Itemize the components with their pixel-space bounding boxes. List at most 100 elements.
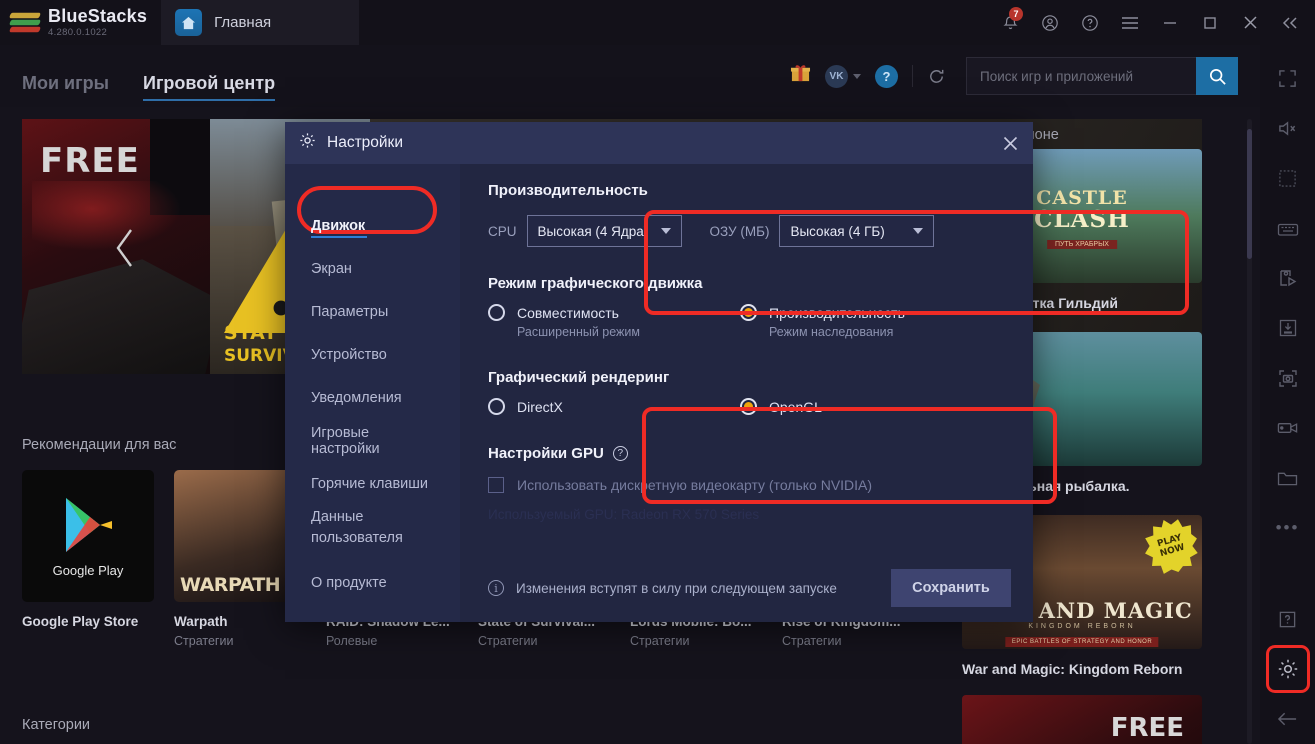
gift-icon[interactable] — [790, 63, 811, 89]
mute-icon[interactable] — [1260, 103, 1315, 153]
back-arrow-icon[interactable] — [1260, 694, 1315, 744]
carousel-slide-free[interactable]: FREE — [22, 119, 210, 374]
maximize-icon[interactable] — [1191, 0, 1229, 45]
settings-button-wrapper[interactable] — [1260, 644, 1315, 694]
gpu-discrete-checkbox-row[interactable]: Использовать дискретную видеокарту (толь… — [488, 477, 1007, 493]
sidebar-item-game-settings[interactable]: Игровые настройки — [285, 419, 460, 462]
brand-name: BlueStacks — [48, 6, 148, 26]
gear-icon — [299, 132, 316, 154]
radio-button-selected[interactable] — [740, 398, 757, 415]
minimize-icon[interactable] — [1151, 0, 1189, 45]
bluestacks-logo-icon — [8, 10, 42, 36]
dialog-title: Настройки — [327, 134, 404, 151]
list-item[interactable]: Google Play Google Play Store — [22, 470, 154, 634]
brand-version: 4.280.0.1022 — [48, 27, 108, 38]
tab-home[interactable]: Главная — [161, 0, 360, 45]
performance-controls: CPU Высокая (4 Ядра) ОЗУ (МБ) Высокая (4… — [488, 215, 1007, 247]
option-label: Производительность — [769, 304, 905, 321]
sidebar-item-user-data[interactable]: Данные пользователя — [285, 505, 460, 561]
install-apk-icon[interactable] — [1260, 303, 1315, 353]
gpu-section-title: Настройки GPU — [488, 445, 604, 462]
settings-dialog: Настройки Движок Экран Параметры Устройс… — [285, 122, 1189, 622]
castle-clash-logo: CASTLE CLASH ПУТЬ ХРАБРЫХ — [1034, 187, 1130, 251]
close-icon[interactable] — [1231, 0, 1269, 45]
keyboard-controls-icon[interactable] — [1260, 203, 1315, 253]
option-label: Совместимость — [517, 304, 619, 321]
performance-section-title: Производительность — [488, 182, 648, 199]
more-dots-icon[interactable]: ••• — [1260, 503, 1315, 553]
macro-recorder-icon[interactable] — [1260, 253, 1315, 303]
help-circle-icon[interactable] — [1071, 0, 1109, 45]
radio-button-selected[interactable] — [740, 304, 757, 321]
sidebar-item-notifications[interactable]: Уведомления — [285, 376, 460, 419]
sidebar-item-device[interactable]: Устройство — [285, 333, 460, 376]
ram-select[interactable]: Высокая (4 ГБ) — [779, 215, 935, 247]
checkbox[interactable] — [488, 477, 504, 493]
divider — [912, 65, 913, 87]
ram-select-value: Высокая (4 ГБ) — [790, 223, 885, 239]
renderer-options: DirectX OpenGL — [488, 398, 1007, 415]
engine-mode-option-compatibility[interactable]: Совместимость Расширенный режим — [488, 304, 740, 339]
video-record-icon[interactable] — [1260, 403, 1315, 453]
nav-tabs: Мои игры Игровой центр — [0, 45, 276, 107]
sidebar-item-preferences[interactable]: Параметры — [285, 290, 460, 333]
ram-label: ОЗУ (МБ) — [709, 223, 770, 239]
play-now-badge: PLAY NOW — [1138, 515, 1202, 579]
logo-line-3: ПУТЬ ХРАБРЫХ — [1047, 239, 1117, 249]
free-label: FREE — [40, 141, 140, 181]
app-name: Google Play Store — [22, 614, 139, 629]
nav-tab-my-games[interactable]: Мои игры — [22, 73, 109, 107]
bell-icon[interactable]: 7 — [991, 0, 1029, 45]
hamburger-menu-icon[interactable] — [1111, 0, 1149, 45]
content-scrollbar[interactable] — [1247, 119, 1252, 744]
chevron-left-icon[interactable] — [112, 227, 138, 269]
notification-badge: 7 — [1009, 7, 1023, 21]
restart-notice: Изменения вступят в силу при следующем з… — [516, 580, 837, 596]
option-label: DirectX — [517, 398, 563, 415]
radio-button[interactable] — [488, 398, 505, 415]
question-circle-icon[interactable]: ? — [612, 446, 628, 461]
logo-line-2: KINGDOM REBORN — [1028, 623, 1136, 631]
renderer-option-directx[interactable]: DirectX — [488, 398, 740, 415]
engine-mode-option-performance[interactable]: Производительность Режим наследования — [740, 304, 992, 339]
nav-tab-game-center[interactable]: Игровой центр — [143, 73, 276, 107]
media-folder-icon[interactable] — [1260, 453, 1315, 503]
search-icon[interactable] — [1196, 57, 1238, 95]
help-badge-icon[interactable]: ? — [875, 64, 898, 88]
cpu-select[interactable]: Высокая (4 Ядра) — [526, 215, 682, 247]
gear-highlight-annotation — [1266, 645, 1310, 693]
double-chevron-left-icon[interactable] — [1271, 0, 1309, 45]
nav-right-actions: VK ? — [790, 57, 1260, 95]
free-label: FREE — [1110, 713, 1184, 743]
engine-mode-options: Совместимость Расширенный режим Производ… — [488, 304, 1007, 339]
close-icon[interactable] — [1002, 135, 1019, 152]
multi-select-icon[interactable] — [1260, 153, 1315, 203]
brand-logo: BlueStacks 4.280.0.1022 — [0, 7, 147, 38]
nav-bar: Мои игры Игровой центр VK ? — [0, 45, 1260, 107]
save-button[interactable]: Сохранить — [891, 569, 1011, 607]
account-icon[interactable] — [1031, 0, 1069, 45]
screenshot-icon[interactable] — [1260, 353, 1315, 403]
cpu-select-value: Высокая (4 Ядра) — [537, 223, 649, 239]
vk-account-chip[interactable]: VK — [825, 64, 861, 88]
help-box-icon[interactable] — [1260, 594, 1315, 644]
sidebar-item-engine[interactable]: Движок — [285, 204, 460, 247]
refresh-icon[interactable] — [927, 67, 946, 86]
chevron-down-icon — [913, 228, 924, 234]
fullscreen-icon[interactable] — [1260, 53, 1315, 103]
sidebar-item-about[interactable]: О продукте — [285, 561, 460, 604]
chevron-down-icon — [660, 228, 671, 234]
sidebar-item-shortcuts[interactable]: Горячие клавиши — [285, 462, 460, 505]
app-genre: Стратегии — [478, 634, 538, 648]
promo-banner[interactable]: FREE — [962, 695, 1202, 744]
engine-mode-section-title: Режим графического движка — [488, 275, 703, 292]
app-genre: Стратегии — [174, 634, 234, 648]
app-name: War and Magic: Kingdom Reborn — [962, 661, 1183, 677]
option-label: OpenGL — [769, 398, 822, 415]
sidebar-item-display[interactable]: Экран — [285, 247, 460, 290]
scrollbar-thumb[interactable] — [1247, 129, 1252, 259]
search-input[interactable] — [966, 57, 1196, 95]
dialog-header: Настройки — [285, 122, 1033, 164]
renderer-option-opengl[interactable]: OpenGL — [740, 398, 992, 415]
radio-button[interactable] — [488, 304, 505, 321]
